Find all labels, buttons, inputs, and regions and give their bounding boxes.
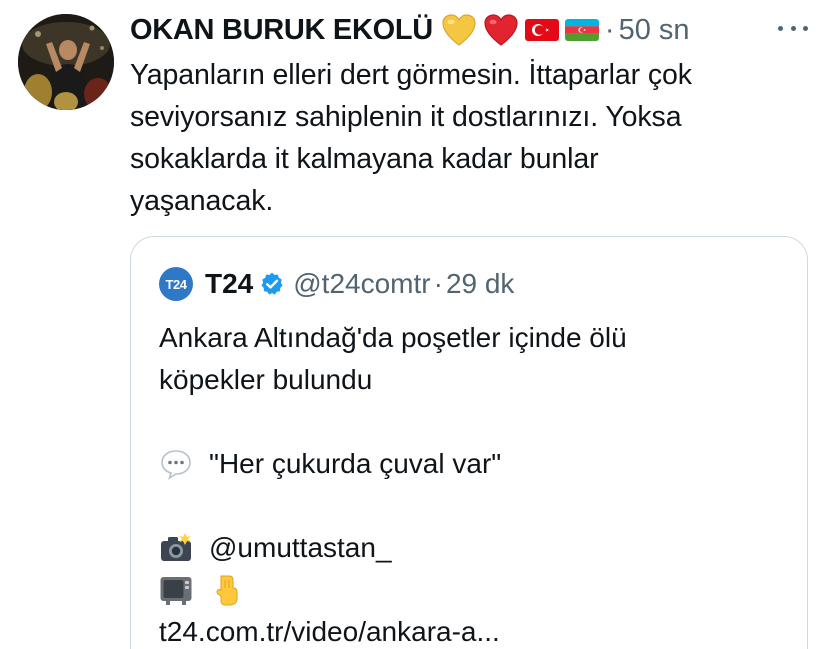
quoted-quote-text: "Her çukurda çuval var" (209, 448, 502, 479)
quoted-tweet-header: T24 T24 @t24comtr · 29 dk (159, 267, 514, 301)
tweet[interactable]: OKAN BURUK EKOLÜ · 50 sn Yapanların elle… (0, 0, 828, 649)
quoted-author-avatar[interactable]: T24 (159, 267, 193, 301)
quoted-credit-line: @umuttastan_ (159, 527, 779, 569)
tweet-timestamp[interactable]: 50 sn (619, 14, 690, 47)
yellow-heart-icon (442, 14, 476, 46)
quoted-tweet-body: Ankara Altındağ'da poşetler içinde ölü k… (159, 317, 779, 649)
quoted-tweet-timestamp[interactable]: 29 dk (446, 268, 515, 300)
pointing-down-icon (209, 574, 243, 606)
quoted-header-separator: · (433, 268, 443, 299)
more-options-icon[interactable] (778, 18, 808, 38)
quoted-author-handle[interactable]: @t24comtr (293, 268, 430, 300)
header-separator: · (604, 13, 615, 46)
quoted-link[interactable]: t24.com.tr/video/ankara-a... (159, 611, 779, 649)
quoted-credit-handle[interactable]: @umuttastan_ (209, 527, 392, 569)
azerbaijan-flag-icon (564, 19, 599, 41)
quoted-quote-line: "Her çukurda çuval var" (159, 443, 779, 485)
quoted-tweet[interactable]: T24 T24 @t24comtr · 29 dk Ankara Altında… (130, 236, 808, 649)
author-avatar[interactable] (18, 14, 114, 110)
author-display-name[interactable]: OKAN BURUK EKOLÜ (130, 14, 433, 47)
quoted-emoji-line (159, 569, 779, 611)
turkey-flag-icon (524, 19, 559, 41)
tweet-text: Yapanların elleri dert görmesin. İttapar… (130, 59, 692, 217)
tweet-header: OKAN BURUK EKOLÜ · 50 sn (130, 8, 690, 52)
author-avatar-image (18, 14, 114, 110)
quoted-headline: Ankara Altındağ'da poşetler içinde ölü k… (159, 322, 627, 395)
speech-balloon-icon (159, 448, 193, 480)
camera-flash-icon (159, 532, 193, 564)
red-heart-icon (484, 14, 518, 46)
television-icon (159, 574, 193, 606)
author-badges (441, 13, 599, 47)
verified-badge-icon (259, 271, 285, 297)
quoted-author-name[interactable]: T24 (205, 268, 253, 300)
